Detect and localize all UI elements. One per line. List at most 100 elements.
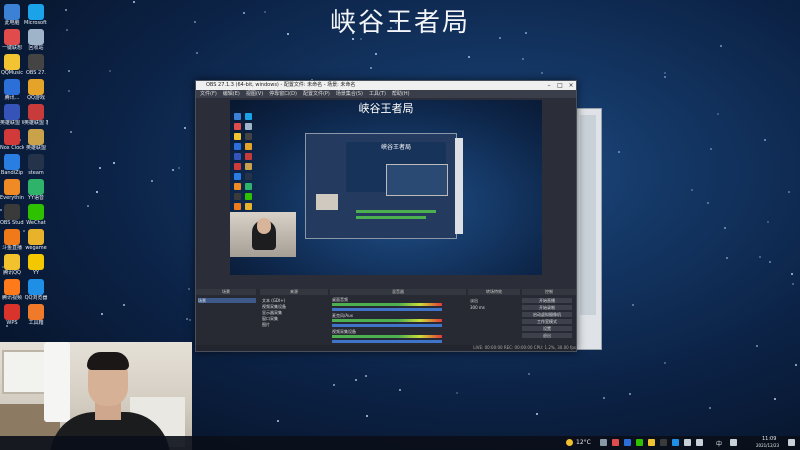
- control-button[interactable]: 工作室模式: [522, 319, 572, 324]
- nested-preview-box: [386, 164, 448, 196]
- obs-preview[interactable]: 峡谷王者局 峡谷王者局: [230, 100, 542, 275]
- maximize-icon[interactable]: □: [555, 81, 565, 90]
- star: [769, 261, 771, 263]
- desktop-shortcut[interactable]: 腾讯...: [0, 79, 24, 101]
- control-button[interactable]: 开始录制: [522, 305, 572, 310]
- control-button[interactable]: 启动虚拟摄像机: [522, 312, 572, 317]
- source-item[interactable]: 视频采集设备: [262, 304, 286, 309]
- control-button[interactable]: 退出: [522, 333, 572, 338]
- scene-item[interactable]: 场景: [198, 298, 256, 303]
- tray-app-icon[interactable]: [624, 439, 631, 446]
- menu-item[interactable]: 文件(F): [200, 91, 217, 97]
- source-item[interactable]: 文本 (GDI+): [262, 298, 285, 303]
- desktop-shortcut[interactable]: BandiZip: [0, 154, 24, 176]
- volume-meter: [332, 335, 442, 338]
- edge-icon: [245, 113, 252, 120]
- obs-tray-icon[interactable]: [660, 439, 667, 446]
- desktop-shortcut[interactable]: wegame: [24, 229, 48, 251]
- minimize-icon[interactable]: –: [544, 81, 554, 90]
- desktop-shortcut-label: 斗鱼直播: [1, 245, 22, 251]
- obs-docks: 场景 来源 混音器 转场特效 控制 场景 文本 (GDI+) 视频采集设备 显示器采…: [196, 289, 576, 351]
- desktop-shortcut[interactable]: QQMusic: [0, 54, 24, 76]
- close-icon[interactable]: ×: [566, 81, 576, 90]
- input-language[interactable]: 中: [716, 439, 722, 448]
- obs-menu-bar: 文件(F) 编辑(E) 视图(V) 停靠窗口(D) 配置文件(P) 场景集合(S) 工具(T…: [196, 90, 576, 98]
- star: [756, 345, 758, 347]
- notification-icon[interactable]: [788, 439, 795, 446]
- obs-title-bar[interactable]: OBS 27.1.3 (64-bit, windows) - 配置文件: 未命名…: [196, 81, 576, 90]
- tray-app-icon[interactable]: [612, 439, 619, 446]
- stream-headline: 峡谷王者局: [329, 8, 470, 38]
- desktop-shortcut[interactable]: 英雄联盟: [24, 129, 48, 151]
- menu-item[interactable]: 帮助(H): [392, 91, 410, 97]
- desktop-shortcut[interactable]: 工具箱: [24, 304, 48, 326]
- clock-date[interactable]: 2021/12/23: [756, 443, 779, 448]
- desktop-shortcut[interactable]: QQ浏览器: [24, 279, 48, 301]
- clock-time[interactable]: 11:09: [762, 436, 776, 442]
- source-item[interactable]: 显示器采集: [262, 310, 282, 315]
- menu-item[interactable]: 配置文件(P): [303, 91, 330, 97]
- qq-tray-icon[interactable]: [648, 439, 655, 446]
- app-icon: [245, 183, 252, 190]
- control-button[interactable]: 设置: [522, 326, 572, 331]
- menu-item[interactable]: 编辑(E): [223, 91, 240, 97]
- desktop-shortcut[interactable]: YY语音: [24, 179, 48, 201]
- source-item[interactable]: 窗口采集: [262, 316, 278, 321]
- desktop-shortcut[interactable]: 英雄联盟 WeGame版: [0, 104, 24, 126]
- desktop-shortcut[interactable]: 腾讯QQ: [0, 254, 24, 276]
- desktop-shortcut[interactable]: Nox Clock: [0, 129, 24, 151]
- panel-header-scenes: 场景: [196, 289, 256, 295]
- desktop-shortcut[interactable]: OBS 27.: [24, 54, 48, 76]
- star: [366, 415, 368, 417]
- menu-item[interactable]: 场景集合(S): [336, 91, 363, 97]
- volume-slider[interactable]: [332, 324, 442, 327]
- app-icon: [4, 79, 20, 95]
- desktop-shortcut[interactable]: 腾讯视频: [0, 279, 24, 301]
- menu-item[interactable]: 视图(V): [246, 91, 263, 97]
- weather-temp[interactable]: 12°C: [576, 439, 591, 446]
- desktop-shortcut[interactable]: 斗鱼直播: [0, 229, 24, 251]
- desktop-shortcut[interactable]: steam: [24, 154, 48, 176]
- clock-icon: [4, 129, 20, 145]
- wechat-tray-icon[interactable]: [636, 439, 643, 446]
- obs-window[interactable]: OBS 27.1.3 (64-bit, windows) - 配置文件: 未命名…: [195, 80, 577, 352]
- desktop-shortcut[interactable]: 回收站: [24, 29, 48, 51]
- desktop-shortcut[interactable]: OBS Studio: [0, 204, 24, 226]
- steam-icon: [28, 154, 44, 170]
- network-icon[interactable]: [684, 439, 691, 446]
- desktop-shortcut[interactable]: WeChat: [24, 204, 48, 226]
- desktop-shortcut[interactable]: 一键联想: [0, 29, 24, 51]
- wechat-icon: [28, 204, 44, 220]
- transition-duration[interactable]: 300 ms: [470, 305, 485, 310]
- transition-type[interactable]: 淡出: [470, 298, 478, 303]
- desktop-shortcut[interactable]: Everything: [0, 179, 24, 201]
- webcam-background-window: [2, 350, 46, 394]
- desktop-shortcut[interactable]: WPS: [0, 304, 24, 326]
- input-method-icon[interactable]: [730, 439, 737, 446]
- webcam-face: [257, 218, 271, 234]
- desktop-shortcut[interactable]: YY: [24, 254, 48, 276]
- desktop-shortcut[interactable]: 此电脑: [0, 4, 24, 26]
- desktop-shortcut[interactable]: QQ游戏: [24, 79, 48, 101]
- volume-meter: [332, 319, 442, 322]
- source-item[interactable]: 图片: [262, 322, 270, 327]
- desktop-shortcut[interactable]: Microsoft Edge: [24, 4, 48, 26]
- volume-icon[interactable]: [696, 439, 703, 446]
- preview-headline: 峡谷王者局: [358, 102, 414, 115]
- volume-slider[interactable]: [332, 340, 442, 343]
- tray-app-icon[interactable]: [672, 439, 679, 446]
- menu-item[interactable]: 工具(T): [369, 91, 386, 97]
- chevron-up-icon[interactable]: [600, 439, 607, 446]
- mixer-track-label: 视频采集设备: [332, 329, 356, 334]
- control-button[interactable]: 开始直播: [522, 298, 572, 303]
- star: [767, 221, 769, 223]
- zip-icon: [4, 154, 20, 170]
- panel-header-mixer: 混音器: [330, 289, 466, 295]
- desktop-shortcut-label: Nox Clock: [0, 145, 24, 151]
- obs-status-bar: LIVE: 00:00:00 REC: 00:00:00 CPU: 1.2%, …: [196, 345, 576, 351]
- weather-icon[interactable]: [566, 439, 573, 446]
- menu-item[interactable]: 停靠窗口(D): [269, 91, 297, 97]
- volume-slider[interactable]: [332, 308, 442, 311]
- desktop-shortcut[interactable]: 英雄联盟 客户端: [24, 104, 48, 126]
- star: [196, 52, 198, 54]
